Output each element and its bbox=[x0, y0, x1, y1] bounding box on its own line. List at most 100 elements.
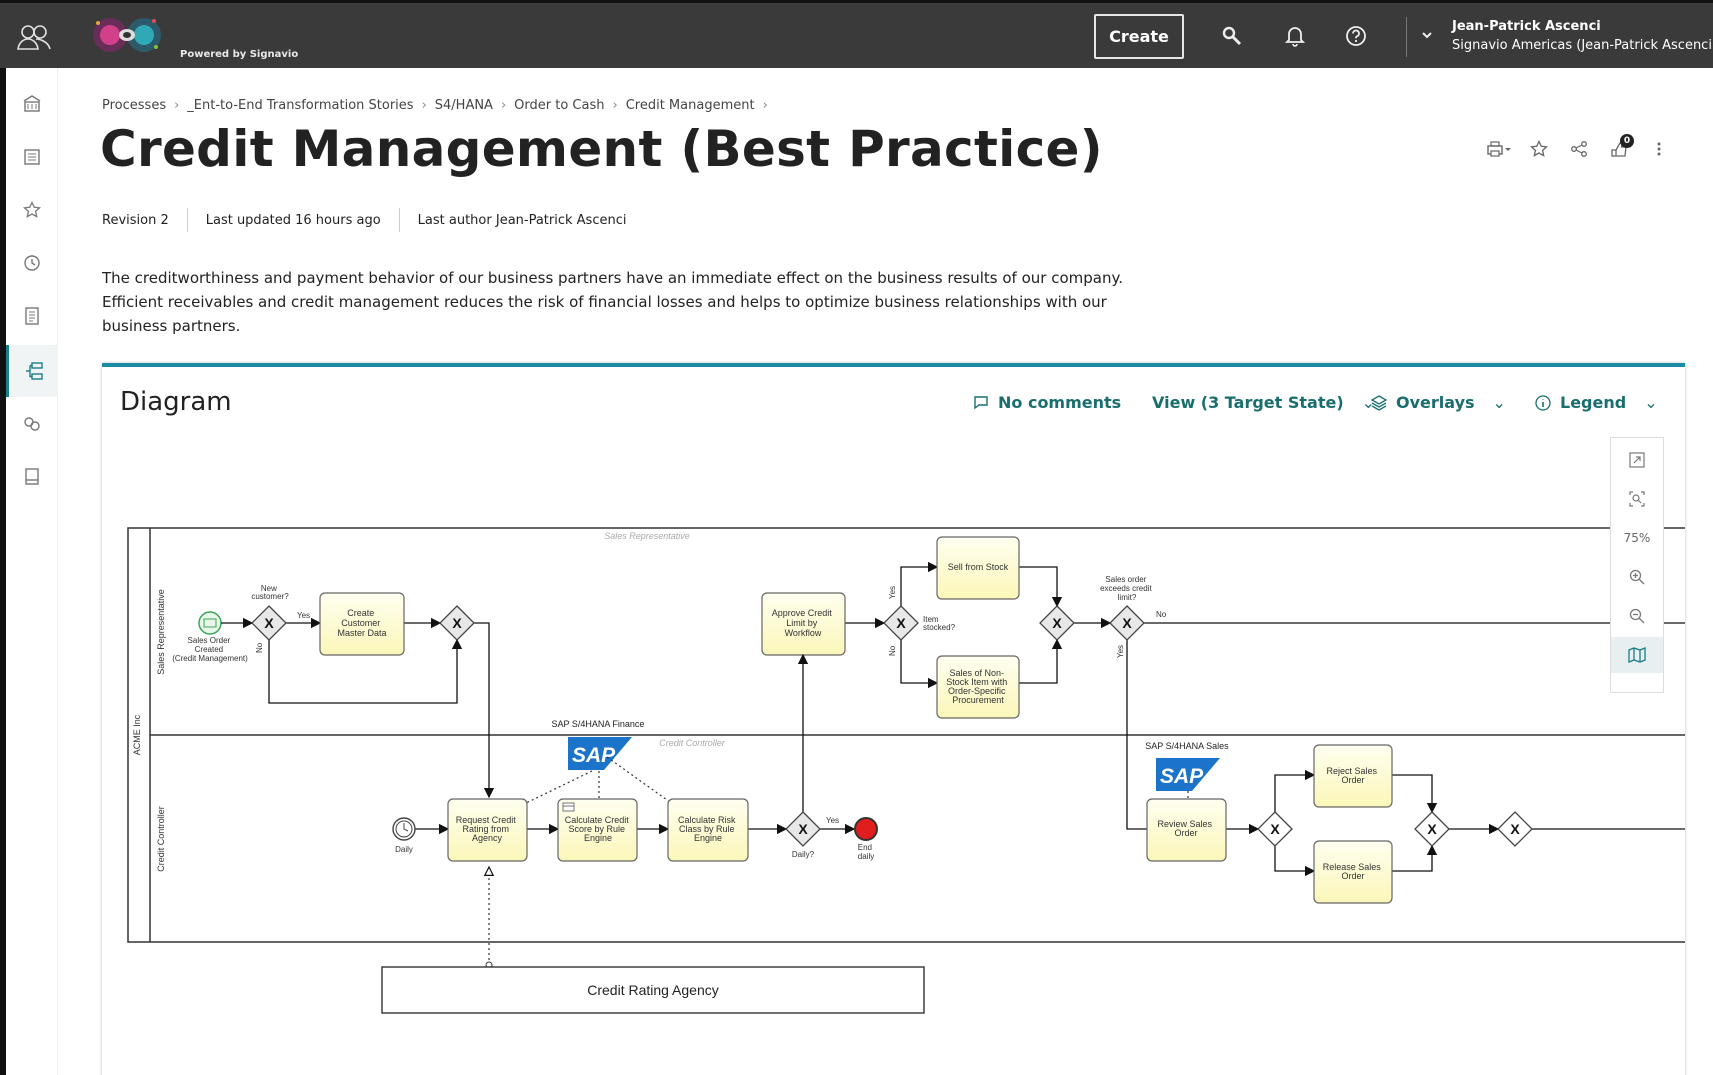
gateway-daily-label: Daily? bbox=[792, 850, 815, 859]
task-calc-risk[interactable]: Calculate Risk Class by Rule Engine bbox=[667, 798, 749, 862]
zoom-in-icon[interactable] bbox=[1611, 559, 1663, 595]
task-release-sales-order[interactable]: Release Sales Order bbox=[1313, 840, 1393, 904]
print-icon[interactable] bbox=[1486, 136, 1512, 162]
end-event[interactable] bbox=[854, 817, 878, 841]
process-description: The creditworthiness and payment behavio… bbox=[102, 269, 1123, 335]
svg-text:X: X bbox=[1122, 615, 1132, 631]
task-sell-from-stock[interactable]: Sell from Stock bbox=[936, 536, 1020, 600]
bell-icon[interactable] bbox=[1282, 23, 1308, 49]
chevron-down-icon[interactable] bbox=[1420, 27, 1434, 46]
flow-label-yes: Yes bbox=[297, 611, 310, 620]
main-content: Processes › _Ent-to-End Transformation St… bbox=[58, 68, 1713, 1075]
overlays-dropdown[interactable]: Overlays ⌄ bbox=[1370, 393, 1506, 412]
documents-icon[interactable] bbox=[6, 290, 58, 342]
task-reject-sales-order[interactable]: Reject Sales Order bbox=[1313, 744, 1393, 808]
pool-label: ACME Inc bbox=[132, 714, 142, 755]
create-button[interactable]: Create bbox=[1094, 14, 1184, 59]
overlays-label: Overlays bbox=[1396, 393, 1475, 412]
breadcrumb: Processes › _Ent-to-End Transformation St… bbox=[102, 98, 768, 113]
legend-label: Legend bbox=[1560, 393, 1627, 412]
svg-text:Sell from Stock: Sell from Stock bbox=[948, 562, 1009, 572]
user-org[interactable]: Signavio Americas (Jean-Patrick Ascenci) bbox=[1452, 38, 1713, 53]
history-icon[interactable] bbox=[6, 237, 58, 289]
gateway-daily[interactable]: X bbox=[785, 811, 821, 847]
svg-text:Sales of Non- Stock: Sales of Non- Stock Item with Order-Spec… bbox=[946, 668, 1010, 705]
people-icon[interactable] bbox=[16, 21, 52, 53]
sap-finance-logo: SAP bbox=[568, 737, 632, 770]
gateway-merge-review[interactable]: X bbox=[1414, 811, 1450, 847]
breadcrumb-credit-management[interactable]: Credit Management bbox=[626, 98, 755, 113]
page-actions: 0 bbox=[1486, 134, 1672, 162]
task-calc-score[interactable]: Calculate Credit Score by Rule Engine bbox=[557, 798, 638, 862]
zoom-level: 75% bbox=[1623, 531, 1651, 545]
end-event-label: End daily bbox=[858, 843, 874, 861]
favorites-icon[interactable] bbox=[6, 184, 58, 236]
feedback-count-badge: 0 bbox=[1620, 134, 1634, 148]
last-author: Last author Jean-Patrick Ascenci bbox=[417, 212, 627, 228]
gateway-new-customer-label: New customer? bbox=[251, 584, 289, 601]
gateway-merge-1[interactable]: X bbox=[439, 605, 475, 641]
diagram-panel: Diagram No comments View (3 Target State… bbox=[102, 363, 1685, 1075]
lane-faded-credit: Credit Controller bbox=[659, 738, 726, 748]
signavio-logo[interactable]: Powered by Signavio bbox=[84, 11, 298, 63]
svg-text:X: X bbox=[1270, 821, 1280, 837]
legend-dropdown[interactable]: Legend ⌄ bbox=[1534, 393, 1658, 412]
timer-start-event[interactable] bbox=[392, 817, 416, 841]
start-event-label: Sales Order Created (Credit Management) bbox=[172, 636, 248, 663]
zoom-fit-icon[interactable] bbox=[1611, 481, 1663, 517]
svg-text:X: X bbox=[798, 821, 808, 837]
logo-tagline: Powered by Signavio bbox=[180, 49, 299, 60]
process-icon[interactable] bbox=[6, 345, 58, 397]
layers-icon bbox=[1370, 394, 1388, 411]
breadcrumb-s4hana[interactable]: S4/HANA bbox=[435, 98, 493, 113]
gateway-merge-final[interactable]: X bbox=[1497, 811, 1533, 847]
revision-label[interactable]: Revision 2 bbox=[102, 213, 169, 228]
user-name[interactable]: Jean-Patrick Ascenci bbox=[1452, 19, 1601, 34]
flow-label-yes-exceeds: Yes bbox=[1116, 645, 1125, 658]
search-icon[interactable] bbox=[1219, 23, 1245, 49]
help-icon[interactable] bbox=[1343, 23, 1369, 49]
minimap-icon[interactable] bbox=[1611, 637, 1663, 673]
task-create-customer[interactable]: Create Customer Master Data bbox=[319, 592, 405, 656]
comments-button[interactable]: No comments bbox=[972, 393, 1121, 412]
book-icon[interactable] bbox=[6, 451, 58, 503]
task-non-stock[interactable]: Sales of Non- Stock Item with Order-Spec… bbox=[936, 655, 1020, 719]
view-label: View (3 Target State) bbox=[1152, 393, 1344, 412]
dictionary-icon[interactable] bbox=[6, 398, 58, 450]
breadcrumb-stories[interactable]: _Ent-to-End Transformation Stories bbox=[187, 98, 413, 113]
comments-label: No comments bbox=[998, 393, 1122, 412]
diagram-heading: Diagram bbox=[120, 387, 232, 417]
gateway-exceeds-label: Sales order exceeds credit limit? bbox=[1100, 575, 1154, 602]
zoom-out-icon[interactable] bbox=[1611, 598, 1663, 634]
sap-sales-label: SAP S/4HANA Sales bbox=[1145, 741, 1229, 751]
left-sidebar bbox=[6, 68, 58, 1075]
gateway-review[interactable]: X bbox=[1257, 811, 1293, 847]
gateway-merge-stock[interactable]: X bbox=[1039, 605, 1075, 641]
pool-credit-rating-agency[interactable]: Credit Rating Agency bbox=[381, 966, 925, 1014]
gateway-new-customer[interactable]: X bbox=[251, 605, 287, 641]
fullscreen-icon[interactable] bbox=[1611, 442, 1663, 478]
share-icon[interactable] bbox=[1566, 136, 1592, 162]
breadcrumb-processes[interactable]: Processes bbox=[102, 98, 166, 113]
view-dropdown[interactable]: View (3 Target State) ⌄ bbox=[1152, 393, 1375, 412]
more-icon[interactable] bbox=[1646, 136, 1672, 162]
task-request-rating[interactable]: Request Credit Rating from Agency bbox=[447, 798, 528, 862]
gateway-item-stocked[interactable]: X bbox=[883, 605, 919, 641]
task-review-sales-order[interactable]: Review Sales Order bbox=[1146, 798, 1227, 862]
start-event[interactable] bbox=[198, 611, 222, 635]
star-icon[interactable] bbox=[1526, 136, 1552, 162]
breadcrumb-order-to-cash[interactable]: Order to Cash bbox=[514, 98, 604, 113]
sap-sales-logo: SAP bbox=[1156, 758, 1220, 791]
bpmn-diagram[interactable]: ACME Inc Sales Representative Credit Con… bbox=[102, 457, 1685, 1075]
flow-label-yes-daily: Yes bbox=[826, 816, 839, 825]
gateway-exceeds-limit[interactable]: X bbox=[1109, 605, 1145, 641]
info-icon bbox=[1535, 394, 1551, 411]
home-icon[interactable] bbox=[6, 78, 58, 130]
task-approve-credit[interactable]: Approve Credit Limit by Workflow bbox=[761, 592, 846, 656]
feedback-icon[interactable]: 0 bbox=[1606, 134, 1634, 162]
flow-label-no-stock: No bbox=[888, 645, 897, 656]
explorer-icon[interactable] bbox=[6, 131, 58, 183]
svg-text:X: X bbox=[1427, 821, 1437, 837]
chevron-down-icon: ⌄ bbox=[1644, 393, 1658, 412]
svg-text:SAP: SAP bbox=[1160, 765, 1204, 788]
